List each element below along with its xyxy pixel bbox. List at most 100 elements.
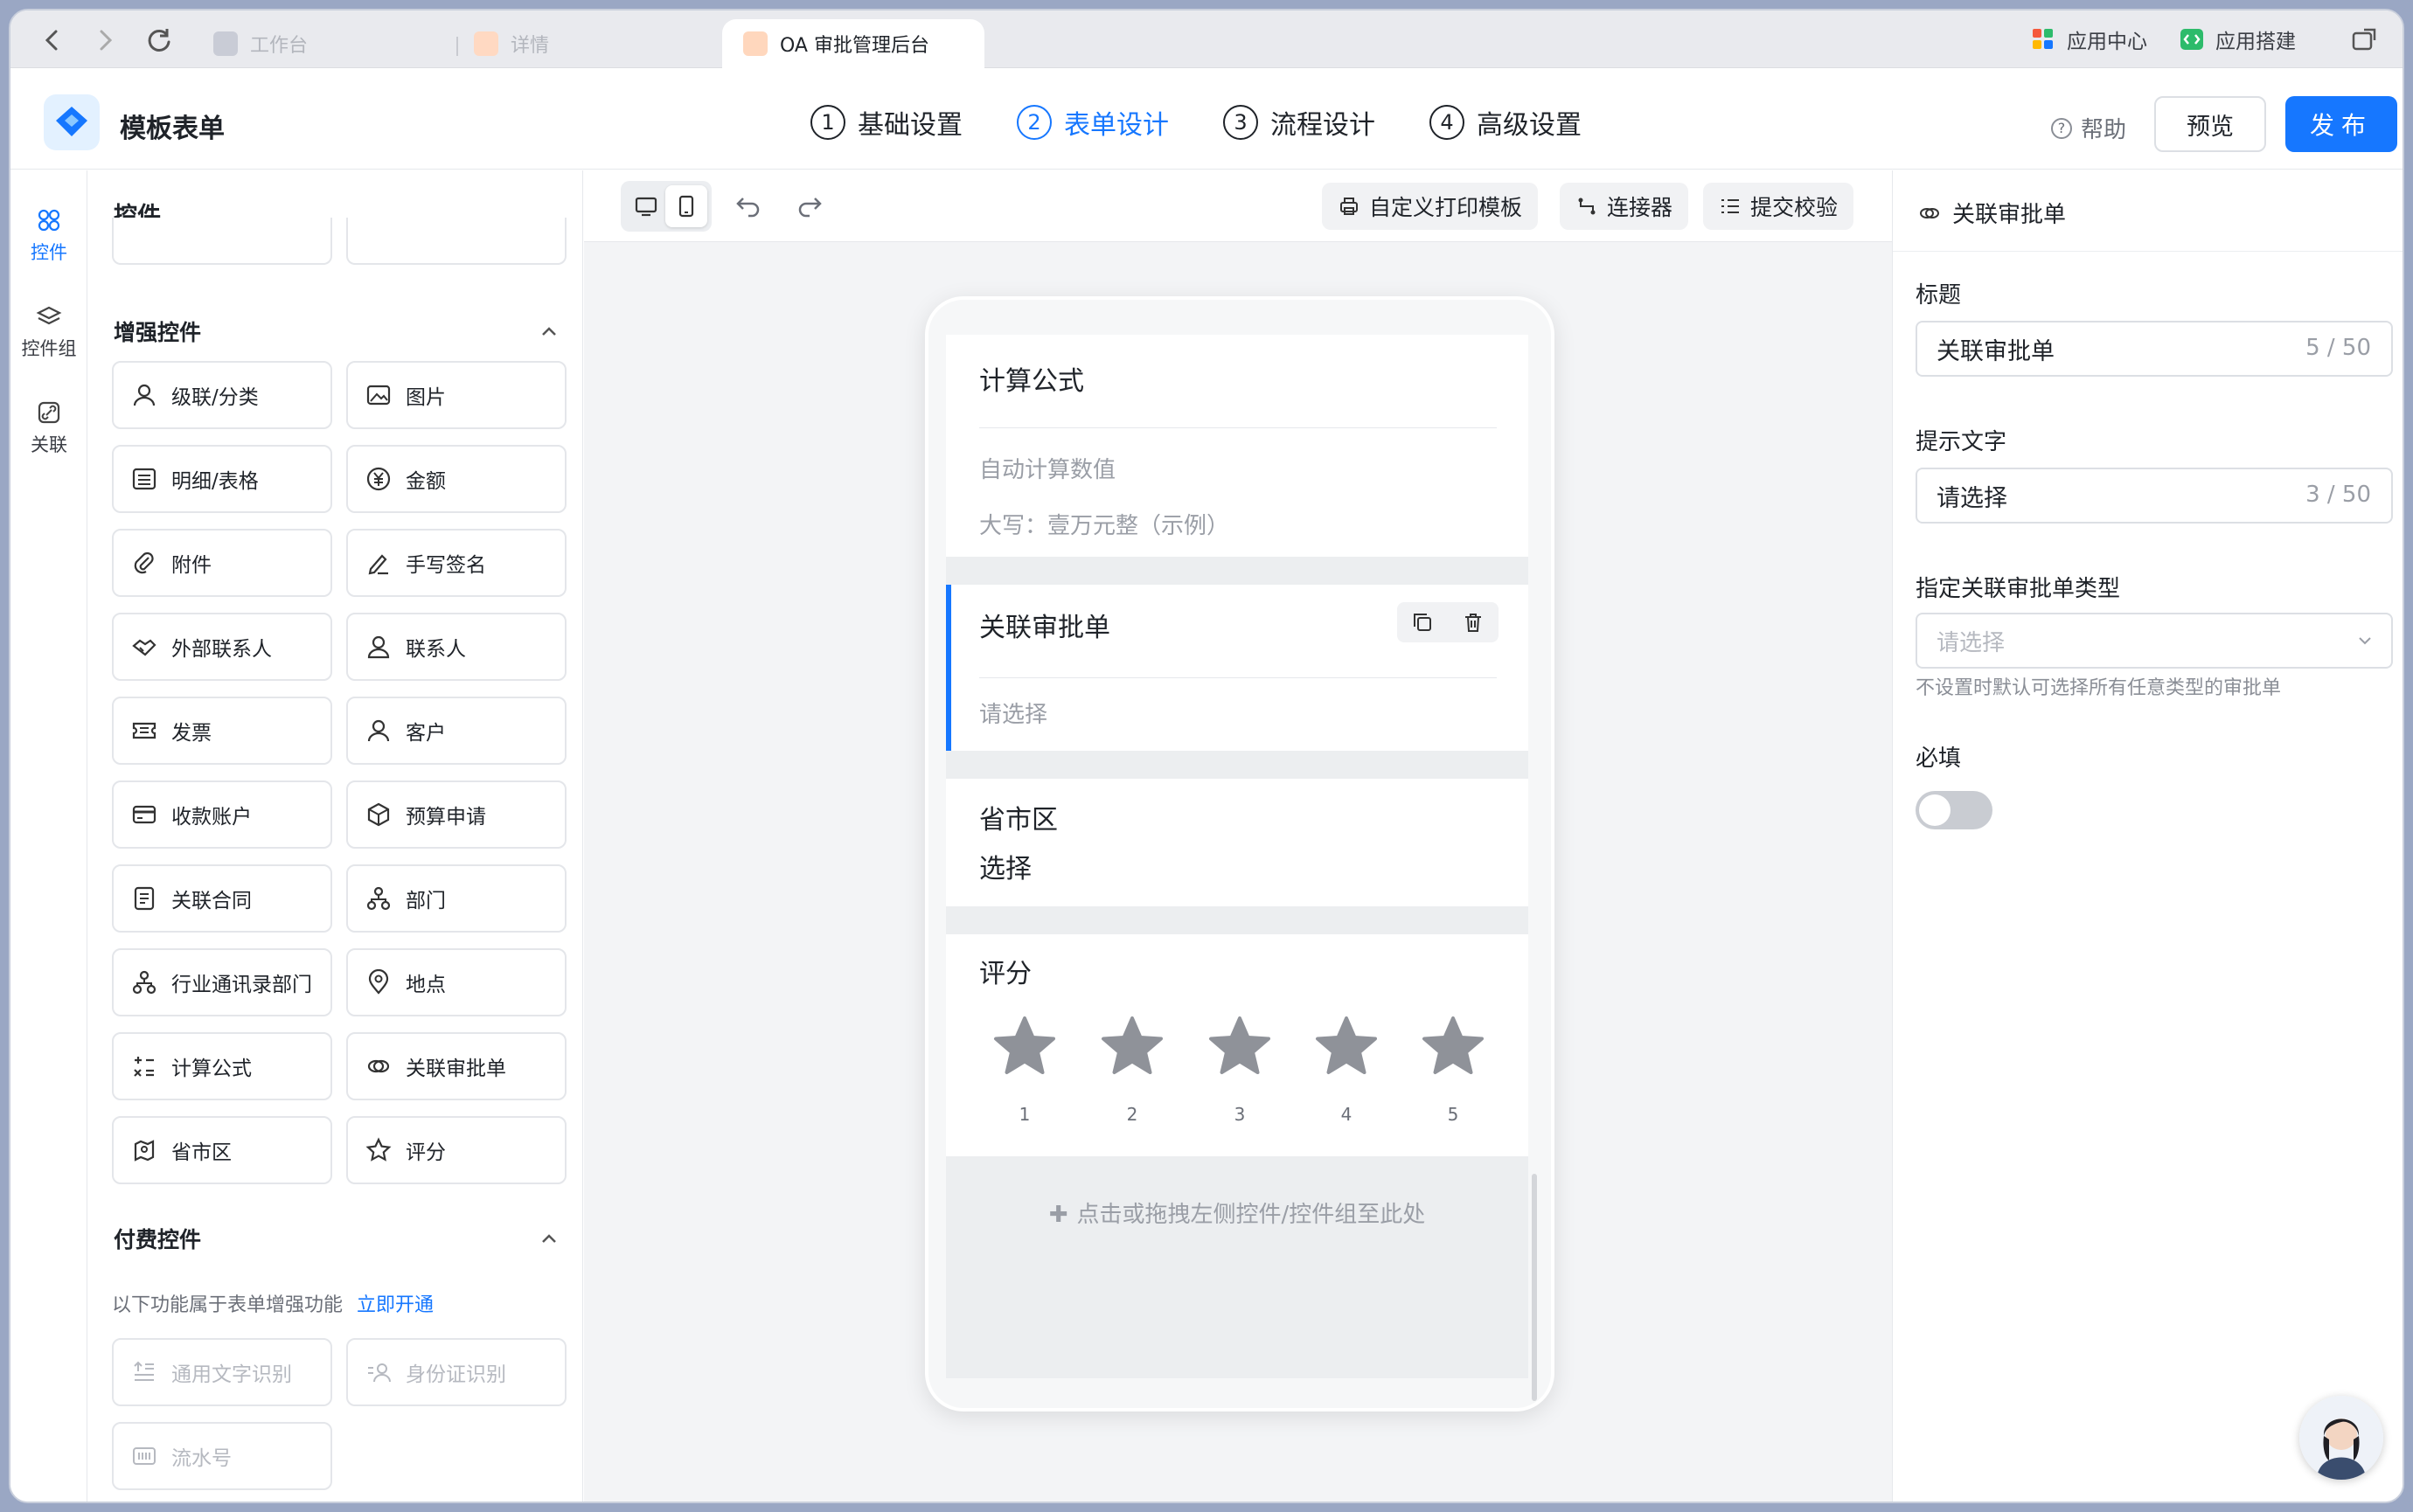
control-ocr[interactable]: 通用文字识别 bbox=[112, 1338, 332, 1406]
browser-tab-detail[interactable]: 详情 bbox=[474, 19, 549, 68]
yen-icon bbox=[366, 467, 391, 491]
control-amount[interactable]: 金额 bbox=[346, 445, 567, 513]
app-window: 工作台 详情 OA 审批管理后台 应用中心 应用搭建 模板表单 1 基础设置 2… bbox=[9, 9, 2404, 1503]
app-header: 模板表单 1 基础设置 2 表单设计 3 流程设计 4 高级设置 ? 帮助 预览 bbox=[10, 68, 2403, 170]
rail-item-controls[interactable]: 控件 bbox=[10, 207, 87, 265]
browser-tab-workbench[interactable]: 工作台 bbox=[213, 19, 308, 68]
control-detail-table[interactable]: 明细/表格 bbox=[112, 445, 332, 513]
enhanced-section-title: 增强控件 bbox=[114, 320, 202, 345]
control-region[interactable]: 省市区 bbox=[112, 1116, 332, 1184]
control-signature[interactable]: 手写签名 bbox=[346, 529, 567, 597]
help-link[interactable]: ? 帮助 bbox=[2051, 112, 2126, 144]
rating-star-icon[interactable] bbox=[991, 1015, 1058, 1081]
control-item-partial[interactable] bbox=[112, 218, 332, 265]
tab-separator bbox=[456, 37, 458, 56]
app-center-link[interactable]: 应用中心 bbox=[2030, 24, 2147, 54]
app-title: 模板表单 bbox=[120, 114, 225, 144]
rating-star-icon[interactable] bbox=[1420, 1015, 1486, 1081]
control-bank-account[interactable]: 收款账户 bbox=[112, 780, 332, 849]
control-contact[interactable]: 联系人 bbox=[346, 613, 567, 681]
connector-button[interactable]: 连接器 bbox=[1560, 183, 1689, 230]
rail-item-links[interactable]: 关联 bbox=[10, 399, 87, 457]
map-icon bbox=[134, 1140, 155, 1162]
delete-icon[interactable] bbox=[1462, 611, 1485, 634]
redo-icon[interactable] bbox=[794, 190, 825, 221]
app-builder-link[interactable]: 应用搭建 bbox=[2179, 24, 2296, 54]
step-flow-design[interactable]: 3 流程设计 bbox=[1223, 103, 1375, 142]
control-location[interactable]: 地点 bbox=[346, 948, 567, 1016]
form-field-formula[interactable]: 计算公式 自动计算数值 大写：壹万元整（示例） bbox=[946, 335, 1528, 557]
tab-label: OA 审批管理后台 bbox=[780, 35, 929, 57]
control-customer[interactable]: 客户 bbox=[346, 697, 567, 765]
control-item-partial[interactable] bbox=[346, 218, 567, 265]
control-rating[interactable]: 评分 bbox=[346, 1116, 567, 1184]
control-industry-directory[interactable]: 行业通讯录部门 bbox=[112, 948, 332, 1016]
step-advanced-settings[interactable]: 4 高级设置 bbox=[1429, 103, 1582, 142]
mobile-view-button[interactable] bbox=[665, 185, 707, 227]
required-label: 必填 bbox=[1916, 746, 1962, 772]
form-field-rating[interactable]: 评分 1 2 3 4 5 bbox=[946, 934, 1528, 1156]
control-cascade[interactable]: 级联/分类 bbox=[112, 361, 332, 429]
control-image[interactable]: 图片 bbox=[346, 361, 567, 429]
field-label: 计算公式 bbox=[979, 366, 1084, 397]
form-field-linked-approval[interactable]: 关联审批单 请选择 bbox=[946, 585, 1528, 751]
submit-validation-button[interactable]: 提交校验 bbox=[1703, 183, 1854, 230]
rating-star-icon[interactable] bbox=[1206, 1015, 1273, 1081]
control-label: 联系人 bbox=[406, 638, 466, 661]
step-label: 表单设计 bbox=[1064, 110, 1169, 141]
control-attachment[interactable]: 附件 bbox=[112, 529, 332, 597]
required-toggle[interactable] bbox=[1916, 791, 1992, 829]
external-window-icon[interactable] bbox=[2347, 23, 2382, 58]
chevron-up-icon[interactable] bbox=[537, 319, 561, 343]
control-label: 计算公式 bbox=[171, 1058, 252, 1080]
control-label: 通用文字识别 bbox=[171, 1363, 292, 1386]
control-contract[interactable]: 关联合同 bbox=[112, 864, 332, 933]
chevron-up-icon[interactable] bbox=[537, 1226, 561, 1251]
assistant-avatar[interactable] bbox=[2299, 1396, 2383, 1480]
control-department[interactable]: 部门 bbox=[346, 864, 567, 933]
step-number: 3 bbox=[1223, 105, 1258, 140]
rating-star-icon[interactable] bbox=[1313, 1015, 1380, 1081]
step-form-design[interactable]: 2 表单设计 bbox=[1017, 103, 1169, 142]
step-basic-settings[interactable]: 1 基础设置 bbox=[810, 103, 963, 142]
rating-number: 3 bbox=[1234, 1104, 1246, 1125]
tab-label: 工作台 bbox=[250, 35, 309, 57]
hint-char-count: 3 / 50 bbox=[2305, 482, 2371, 508]
browser-tabbar: 工作台 详情 OA 审批管理后台 应用中心 应用搭建 bbox=[10, 10, 2403, 68]
print-label: 自定义打印模板 bbox=[1369, 195, 1523, 220]
id-card-icon bbox=[368, 1363, 391, 1383]
preview-scrollbar[interactable] bbox=[1532, 1174, 1537, 1401]
org-icon bbox=[132, 970, 156, 995]
publish-button[interactable]: 发布 bbox=[2285, 96, 2397, 152]
browser-tab-oa-admin[interactable]: OA 审批管理后台 bbox=[722, 19, 984, 68]
form-field-region[interactable]: 省市区 选择 bbox=[946, 779, 1528, 906]
validate-label: 提交校验 bbox=[1750, 195, 1839, 220]
control-budget[interactable]: 预算申请 bbox=[346, 780, 567, 849]
rail-item-control-groups[interactable]: 控件组 bbox=[10, 303, 87, 361]
undo-icon[interactable] bbox=[733, 190, 764, 221]
control-formula[interactable]: 计算公式 bbox=[112, 1032, 332, 1100]
control-external-contact[interactable]: 外部联系人 bbox=[112, 613, 332, 681]
control-label: 附件 bbox=[171, 554, 212, 577]
control-label: 金额 bbox=[406, 470, 446, 493]
preview-button[interactable]: 预览 bbox=[2154, 96, 2266, 152]
forward-icon[interactable] bbox=[87, 23, 122, 58]
activate-now-link[interactable]: 立即开通 bbox=[357, 1294, 434, 1316]
drop-zone[interactable]: ✚ 点击或拖拽左侧控件/控件组至此处 bbox=[946, 1196, 1528, 1229]
canvas-toolbar: 自定义打印模板 连接器 提交校验 bbox=[584, 170, 1892, 242]
back-icon[interactable] bbox=[35, 23, 70, 58]
approval-type-select[interactable]: 请选择 bbox=[1916, 613, 2393, 669]
control-serial-number[interactable]: 流水号 bbox=[112, 1422, 332, 1490]
control-id-card[interactable]: 身份证识别 bbox=[346, 1338, 567, 1406]
rating-star-icon[interactable] bbox=[1099, 1015, 1165, 1081]
desktop-view-button[interactable] bbox=[625, 185, 667, 227]
detail-tab-icon bbox=[474, 31, 498, 56]
formula-icon bbox=[134, 1057, 154, 1077]
control-invoice[interactable]: 发票 bbox=[112, 697, 332, 765]
reload-icon[interactable] bbox=[142, 23, 177, 58]
control-label: 行业通讯录部门 bbox=[171, 974, 312, 996]
custom-print-template-button[interactable]: 自定义打印模板 bbox=[1322, 183, 1539, 230]
control-linked-approval[interactable]: 关联审批单 bbox=[346, 1032, 567, 1100]
link-icon bbox=[38, 401, 60, 424]
copy-icon[interactable] bbox=[1411, 611, 1434, 634]
